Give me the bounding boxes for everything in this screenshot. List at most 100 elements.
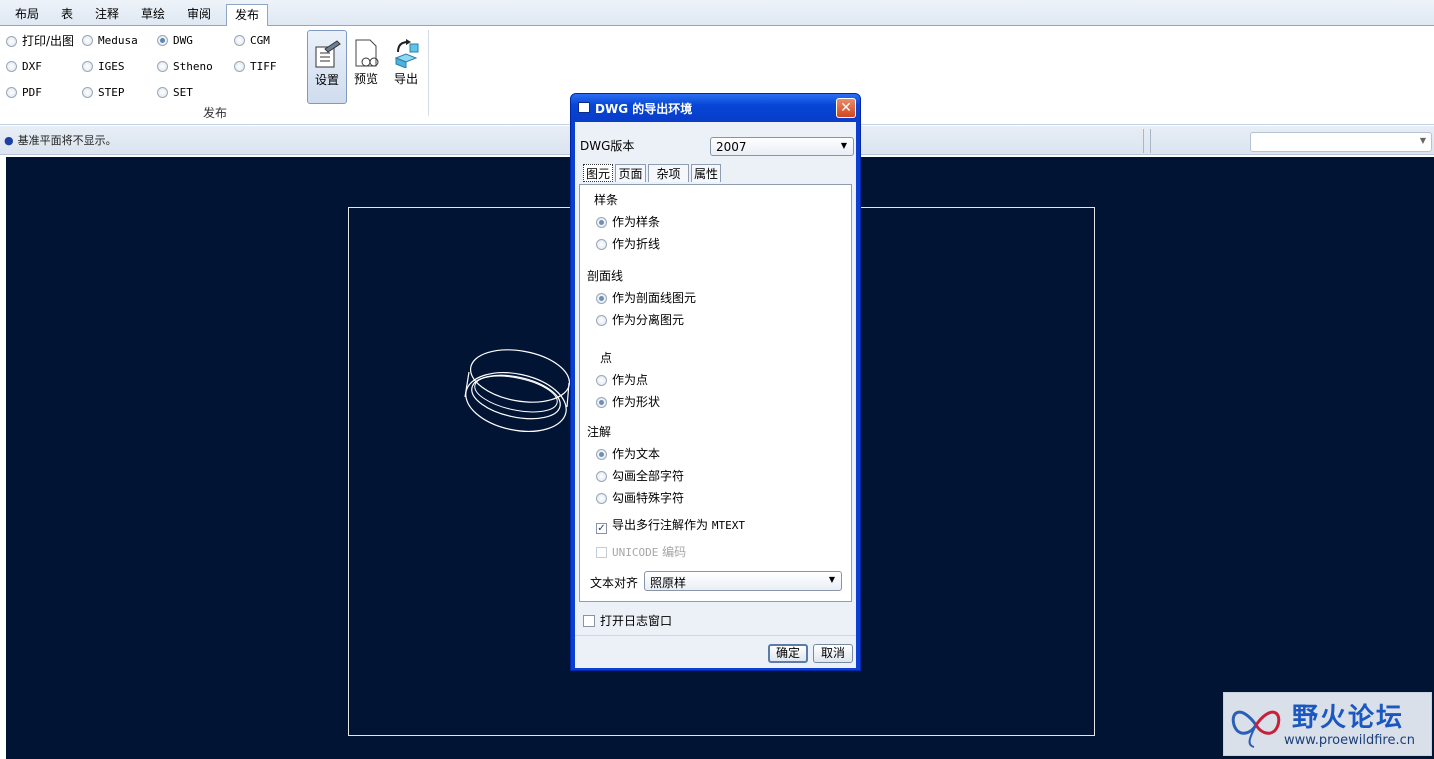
entities-panel: 样条 作为样条 作为折线 剖面线 作为剖面线图元 作为分离图元 点 作为点 作为… [579,184,852,602]
close-button[interactable]: ✕ [836,98,856,118]
dialog-title: DWG 的导出环境 [595,102,693,116]
chevron-down-icon: ▼ [1419,136,1426,145]
tab-publish[interactable]: 发布 [226,4,268,27]
format-set[interactable]: SET [157,84,193,102]
radio-icon [157,61,168,72]
radio-icon [157,87,168,98]
radio-icon [596,239,607,250]
export-button[interactable]: 导出 [387,30,425,102]
radio-icon [82,87,93,98]
radio-icon [82,35,93,46]
tab-table[interactable]: 表 [52,4,82,24]
option-stroke-special-chars[interactable]: 勾画特殊字符 [596,490,684,506]
filter-dropdown[interactable]: ▼ [1250,132,1432,152]
radio-icon [596,315,607,326]
preview-button[interactable]: 预览 [347,30,385,102]
option-as-polyline[interactable]: 作为折线 [596,236,660,252]
tab-sketch[interactable]: 草绘 [134,4,172,24]
radio-icon [596,375,607,386]
dialog-titlebar[interactable]: DWG 的导出环境 ✕ [571,94,860,122]
mtext-checkbox[interactable]: ✓ 导出多行注解作为 MTEXT [596,517,745,534]
radio-icon [596,471,607,482]
radio-selected-icon [596,293,607,304]
ring-drawing-view[interactable] [459,345,579,445]
ribbon-divider [428,30,429,116]
radio-icon [596,493,607,504]
close-icon: ✕ [840,100,852,116]
tab-misc[interactable]: 杂项 [648,164,689,182]
open-log-window-checkbox[interactable]: 打开日志窗口 [583,612,672,629]
format-step[interactable]: STEP [82,84,125,102]
tab-annotate[interactable]: 注释 [88,4,126,24]
app-icon [578,102,590,113]
format-iges[interactable]: IGES [82,58,125,76]
radio-icon [234,35,245,46]
tab-layout[interactable]: 布局 [8,4,46,24]
group-label-publish: 发布 [202,106,227,120]
chevron-down-icon: ▼ [840,141,847,150]
radio-selected-icon [596,217,607,228]
option-as-hatch-entity[interactable]: 作为剖面线图元 [596,290,696,306]
watermark-url: www.proewildfire.cn [1284,733,1415,748]
status-message: ● 基准平面将不显示。 [4,134,117,147]
format-tiff[interactable]: TIFF [234,58,277,76]
footer-divider [575,635,856,636]
menu-bar: 布局 表 注释 草绘 审阅 发布 [0,0,1434,27]
ok-button[interactable]: 确定 [768,644,808,663]
format-medusa[interactable]: Medusa [82,32,138,50]
settings-button[interactable]: 设置 [307,30,347,104]
export-label: 导出 [393,72,418,86]
bullet-icon: ● [4,134,14,147]
option-as-spline[interactable]: 作为样条 [596,214,660,230]
section-title-spline: 样条 [594,193,619,207]
checkbox-icon [596,547,607,558]
format-print[interactable]: 打印/出图 [6,32,74,50]
version-label: DWG版本 [580,139,635,153]
option-as-text[interactable]: 作为文本 [596,446,660,462]
version-select[interactable]: 2007 ▼ [710,137,854,156]
section-title-hatch: 剖面线 [587,269,624,283]
option-as-shape[interactable]: 作为形状 [596,394,660,410]
radio-icon [6,36,17,47]
format-pdf[interactable]: PDF [6,84,42,102]
settings-label: 设置 [314,73,339,87]
tab-entities[interactable]: 图元 [583,164,613,182]
tab-review[interactable]: 审阅 [180,4,218,24]
radio-icon [6,87,17,98]
divider [1143,129,1144,153]
section-title-point: 点 [600,351,613,365]
chevron-down-icon: ▼ [828,575,835,584]
tab-page[interactable]: 页面 [615,164,646,182]
watermark-title: 野火论坛 [1292,703,1405,733]
radio-icon [6,61,17,72]
butterfly-logo-icon [1231,710,1281,748]
format-dxf[interactable]: DXF [6,58,42,76]
radio-icon [82,61,93,72]
radio-selected-icon [596,449,607,460]
format-dwg[interactable]: DWG [157,32,193,50]
text-align-select[interactable]: 照原样 ▼ [644,571,842,591]
radio-icon [234,61,245,72]
unicode-checkbox[interactable]: UNICODE 编码 [596,544,686,560]
option-as-point[interactable]: 作为点 [596,372,648,388]
radio-selected-icon [157,35,168,46]
preview-icon [355,39,379,67]
export-icon [394,39,419,68]
cancel-button[interactable]: 取消 [813,644,853,663]
text-align-label: 文本对齐 [590,576,639,590]
radio-selected-icon [596,397,607,408]
tab-properties[interactable]: 属性 [691,164,721,182]
checkmark-icon: ✓ [596,523,607,534]
checkbox-icon [583,615,595,627]
watermark-logo: 野火论坛 www.proewildfire.cn [1223,692,1432,756]
dwg-export-dialog: DWG 的导出环境 ✕ DWG版本 2007 ▼ 图元 页面 杂项 属性 样条 … [570,93,861,671]
section-title-note: 注解 [587,425,612,439]
option-stroke-all-chars[interactable]: 勾画全部字符 [596,468,684,484]
format-stheno[interactable]: Stheno [157,58,213,76]
preview-label: 预览 [353,72,378,86]
option-as-separate-entities[interactable]: 作为分离图元 [596,312,684,328]
dialog-body: DWG版本 2007 ▼ 图元 页面 杂项 属性 样条 作为样条 作为折线 剖面… [575,122,856,668]
divider [1150,129,1151,153]
settings-icon [315,40,341,68]
format-cgm[interactable]: CGM [234,32,270,50]
